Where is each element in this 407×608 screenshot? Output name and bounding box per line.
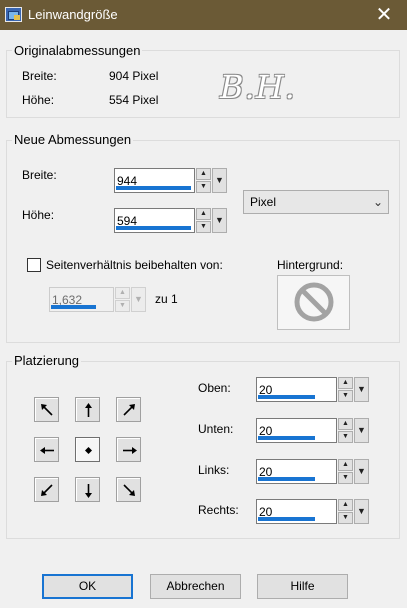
arrow-down-right-icon (123, 484, 135, 496)
original-height-value: 554 Pixel (109, 93, 159, 107)
original-dimensions-legend: Originalabmessungen (12, 43, 143, 58)
placement-arrow-down-left-button[interactable] (34, 477, 59, 502)
spin-up-icon[interactable]: ▲ (196, 208, 211, 220)
background-color-swatch[interactable] (277, 275, 350, 330)
offset-top-dropdown-button[interactable]: ▼ (354, 377, 369, 402)
arrow-up-right-icon (123, 404, 135, 416)
ratio-dropdown-button[interactable]: ▼ (131, 287, 146, 312)
offset-bottom-spinner[interactable]: ▲ ▼ (338, 418, 353, 443)
spin-down-icon[interactable]: ▼ (115, 300, 130, 312)
watermark-initials: B.H. (220, 68, 296, 106)
placement-arrow-down-button[interactable] (75, 477, 100, 502)
spin-up-icon[interactable]: ▲ (338, 418, 353, 430)
arrow-up-icon (85, 403, 92, 417)
placement-arrow-up-right-button[interactable] (116, 397, 141, 422)
placement-arrow-up-left-button[interactable] (34, 397, 59, 422)
offset-right-label: Rechts: (198, 503, 239, 517)
offset-top-label: Oben: (198, 381, 231, 395)
spin-down-icon[interactable]: ▼ (196, 181, 211, 193)
background-label: Hintergrund: (277, 258, 344, 272)
chevron-down-icon: ▼ (357, 425, 366, 435)
offset-bottom-label: Unten: (198, 422, 234, 436)
width-value-bar (116, 186, 191, 190)
spin-down-icon[interactable]: ▼ (338, 512, 353, 524)
offset-left-label: Links: (198, 463, 230, 477)
offset-left-bar (258, 477, 315, 481)
width-input[interactable]: 944 (114, 168, 195, 193)
width-dropdown-button[interactable]: ▼ (212, 168, 227, 193)
spin-down-icon[interactable]: ▼ (338, 472, 353, 484)
offset-left-dropdown-button[interactable]: ▼ (354, 459, 369, 484)
ratio-spinner[interactable]: ▲ ▼ (115, 287, 130, 312)
close-icon[interactable]: ✕ (361, 0, 407, 30)
placement-legend: Platzierung (12, 353, 82, 368)
spin-up-icon[interactable]: ▲ (338, 499, 353, 511)
spin-down-icon[interactable]: ▼ (338, 431, 353, 443)
offset-top-spinner[interactable]: ▲ ▼ (338, 377, 353, 402)
height-dropdown-button[interactable]: ▼ (212, 208, 227, 233)
height-spinner[interactable]: ▲ ▼ (196, 208, 211, 233)
width-spinner[interactable]: ▲ ▼ (196, 168, 211, 193)
window-title: Leinwandgröße (28, 7, 118, 22)
unit-select-value: Pixel (250, 195, 277, 209)
placement-arrow-left-button[interactable] (34, 437, 59, 462)
original-height-label: Höhe: (22, 93, 55, 107)
app-icon (5, 7, 22, 22)
spin-up-icon[interactable]: ▲ (338, 459, 353, 471)
width-label: Breite: (22, 168, 57, 182)
ratio-input[interactable]: 1,632 (49, 287, 114, 312)
ratio-suffix: zu 1 (155, 292, 178, 306)
chevron-down-icon: ▼ (215, 175, 224, 185)
unit-select[interactable]: Pixel ⌄ (243, 190, 389, 214)
cancel-button[interactable]: Abbrechen (150, 574, 241, 599)
offset-right-input[interactable]: 20 (256, 499, 337, 524)
chevron-down-icon: ▼ (357, 384, 366, 394)
arrow-left-icon (40, 447, 54, 454)
offset-left-spinner[interactable]: ▲ ▼ (338, 459, 353, 484)
original-dimensions-group (6, 50, 400, 118)
spin-up-icon[interactable]: ▲ (115, 287, 130, 299)
arrow-right-icon (123, 447, 137, 454)
height-label: Höhe: (22, 208, 55, 222)
new-dimensions-legend: Neue Abmessungen (12, 132, 134, 147)
offset-left-input[interactable]: 20 (256, 459, 337, 484)
arrow-up-left-icon (41, 404, 53, 416)
spin-down-icon[interactable]: ▼ (196, 221, 211, 233)
placement-arrow-up-button[interactable] (75, 397, 100, 422)
keep-ratio-checkbox[interactable] (27, 258, 41, 272)
chevron-down-icon: ⌄ (372, 195, 383, 209)
offset-right-spinner[interactable]: ▲ ▼ (338, 499, 353, 524)
spin-up-icon[interactable]: ▲ (338, 377, 353, 389)
offset-bottom-bar (258, 436, 315, 440)
placement-center-dot-button[interactable] (75, 437, 100, 462)
offset-right-bar (258, 517, 315, 521)
spin-down-icon[interactable]: ▼ (338, 390, 353, 402)
placement-arrow-down-right-button[interactable] (116, 477, 141, 502)
height-input[interactable]: 594 (114, 208, 195, 233)
no-sign-icon (294, 282, 334, 322)
original-width-label: Breite: (22, 69, 57, 83)
offset-top-input[interactable]: 20 (256, 377, 337, 402)
help-button[interactable]: Hilfe (257, 574, 348, 599)
spin-up-icon[interactable]: ▲ (196, 168, 211, 180)
chevron-down-icon: ▼ (357, 466, 366, 476)
height-value-bar (116, 226, 191, 230)
offset-right-dropdown-button[interactable]: ▼ (354, 499, 369, 524)
placement-arrow-right-button[interactable] (116, 437, 141, 462)
ratio-value-bar (51, 305, 96, 309)
ok-button[interactable]: OK (42, 574, 133, 599)
arrow-down-left-icon (41, 484, 53, 496)
chevron-down-icon: ▼ (134, 294, 143, 304)
offset-top-bar (258, 395, 315, 399)
keep-ratio-label: Seitenverhältnis beibehalten von: (46, 258, 223, 272)
center-dot-icon (85, 447, 92, 454)
offset-bottom-input[interactable]: 20 (256, 418, 337, 443)
chevron-down-icon: ▼ (357, 506, 366, 516)
original-width-value: 904 Pixel (109, 69, 159, 83)
chevron-down-icon: ▼ (215, 215, 224, 225)
offset-bottom-dropdown-button[interactable]: ▼ (354, 418, 369, 443)
title-bar: Leinwandgröße ✕ (0, 0, 407, 30)
arrow-down-icon (85, 484, 92, 498)
